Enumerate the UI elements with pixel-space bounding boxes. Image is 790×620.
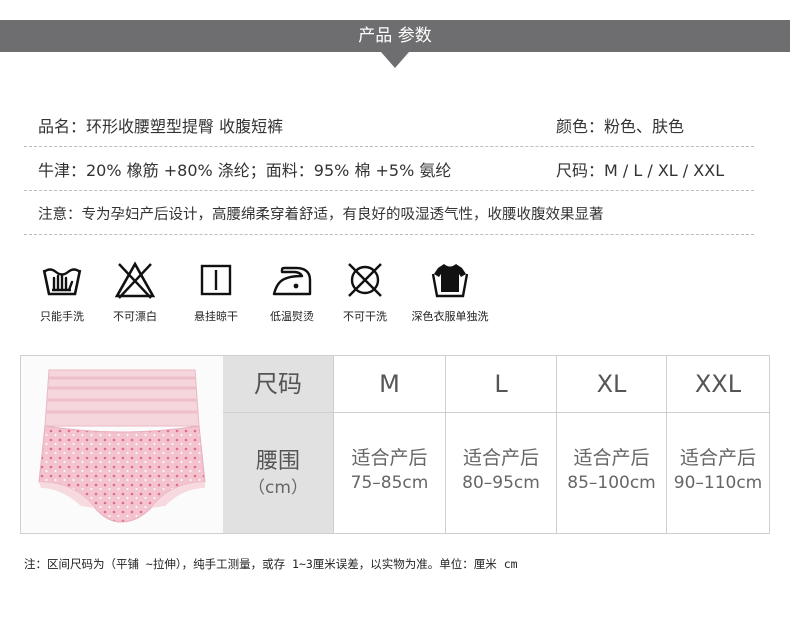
wash-dark-separately-icon [431,264,469,298]
care-label: 深色衣服单独洗 [411,310,489,323]
waist-range: 75–85cm [350,473,429,493]
waist-label: 腰围 [255,449,300,474]
product-sizes: 尺码：M / L / XL / XXL [556,161,725,180]
size-col-l: L [446,356,557,413]
param-row-name: 品名：环形收腰塑型提臀 收腹短裤 颜色：粉色、肤色 [24,104,754,147]
waist-cell-l: 适合产后 80–95cm [446,413,557,533]
product-color: 颜色：粉色、肤色 [556,117,685,136]
waist-cell-xl: 适合产后 85–100cm [557,413,667,533]
care-label: 只能手洗 [40,310,84,323]
care-item-hang-dry: 悬挂晾干 [176,258,256,324]
product-illustration [38,369,206,523]
header-bar: 产品 参数 [0,20,790,52]
waist-range: 80–95cm [462,473,540,493]
hang-dry-icon [200,264,232,296]
fit-text: 适合产后 [462,447,539,469]
waist-range: 85–100cm [567,473,656,493]
waist-cell-m: 适合产后 75–85cm [334,413,446,533]
care-label: 不可干洗 [343,310,387,323]
care-item-low-iron: 低温熨烫 [252,258,332,324]
waist-label-cell: 腰围 （cm） [223,413,334,533]
low-iron-icon [272,266,312,296]
product-material: 牛津：20% 橡筋 +80% 涤纶；面料：95% 棉 +5% 氨纶 [38,161,452,180]
waist-range: 90–110cm [673,473,763,493]
size-col-xl: XL [557,356,667,413]
measurement-footnote: 注：区间尺码为（平铺 ~拉伸），纯手工测量，或存 1~3厘米误差，以实物为准。单… [24,557,518,571]
product-name: 品名：环形收腰塑型提臀 收腹短裤 [38,117,284,136]
fit-text: 适合产后 [679,447,756,469]
care-item-hand-wash: 只能手洗 [22,258,102,324]
hand-wash-icon [42,268,82,296]
fit-text: 适合产后 [573,447,650,469]
header-notch [381,52,409,68]
product-note: 注意：专为孕妇产后设计，高腰绵柔穿着舒适，有良好的吸湿透气性，收腰收腹效果显著 [38,207,604,223]
care-label: 不可漂白 [113,310,157,323]
care-item-wash-dark-separately: 深色衣服单独洗 [410,258,490,324]
section-title: 产品 参数 [358,26,432,46]
care-item-no-bleach: 不可漂白 [95,258,175,324]
size-header-cell: 尺码 [223,356,334,413]
no-dry-clean-icon [348,263,382,297]
no-bleach-icon [114,261,156,299]
waist-cell-xxl: 适合产后 90–110cm [667,413,769,533]
product-image [21,356,224,533]
waist-unit: （cm） [248,478,308,498]
size-table: 尺码 M L XL XXL 腰围 （cm） 适合产后 75–85cm 适合产后 … [20,355,770,534]
size-col-xxl: XXL [667,356,769,413]
param-row-material: 牛津：20% 橡筋 +80% 涤纶；面料：95% 棉 +5% 氨纶 尺码：M /… [24,148,754,191]
fit-text: 适合产后 [351,447,428,469]
param-row-note: 注意：专为孕妇产后设计，高腰绵柔穿着舒适，有良好的吸湿透气性，收腰收腹效果显著 [24,192,754,235]
care-label: 悬挂晾干 [194,310,238,323]
size-col-m: M [334,356,446,413]
care-item-no-dry-clean: 不可干洗 [325,258,405,324]
care-label: 低温熨烫 [270,310,314,323]
